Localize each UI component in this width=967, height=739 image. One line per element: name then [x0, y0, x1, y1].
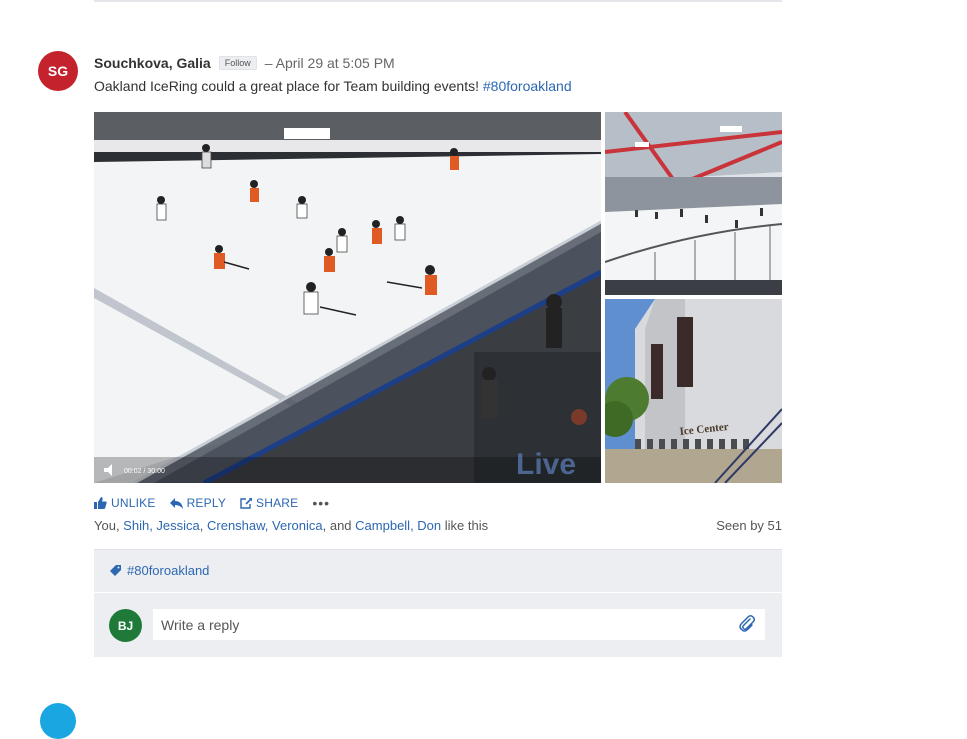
post-body: Oakland IceRing could a great place for …: [94, 78, 572, 94]
post-hashtag-link[interactable]: #80foroakland: [483, 78, 572, 94]
paperclip-icon[interactable]: [739, 615, 755, 638]
share-icon: [240, 497, 253, 509]
share-label: SHARE: [256, 496, 299, 510]
topic-tag-label: #80foroakland: [127, 563, 210, 578]
current-user-initials: BJ: [117, 618, 134, 633]
reply-button[interactable]: REPLY: [169, 496, 227, 510]
rink-interior-photo[interactable]: [605, 112, 782, 295]
likes-summary: You, Shih, Jessica, Crenshaw, Veronica, …: [94, 518, 488, 533]
live-watermark: Live: [516, 448, 576, 481]
likes-suffix: like this: [441, 518, 489, 533]
post-header: Souchkova, Galia Follow – April 29 at 5:…: [94, 54, 395, 72]
seen-by-count[interactable]: Seen by 51: [716, 518, 782, 533]
post-timestamp[interactable]: – April 29 at 5:05 PM: [265, 55, 395, 71]
author-name[interactable]: Souchkova, Galia: [94, 55, 211, 71]
post-actions: UNLIKE REPLY SHARE •••: [94, 495, 330, 511]
reply-arrow-icon: [169, 497, 183, 509]
likes-separator: , and: [322, 518, 356, 533]
thumbs-up-icon: [94, 497, 107, 509]
unlike-label: UNLIKE: [111, 496, 156, 510]
reply-label: REPLY: [186, 496, 227, 510]
previous-post-edge: [94, 0, 782, 2]
liker-link[interactable]: Campbell, Don: [355, 518, 441, 533]
next-post-avatar[interactable]: [40, 703, 76, 739]
share-button[interactable]: SHARE: [240, 496, 298, 510]
more-icon[interactable]: •••: [312, 495, 330, 511]
unlike-button[interactable]: UNLIKE: [94, 496, 156, 510]
video-time: 00:02 / 30:00: [124, 468, 165, 475]
post-text: Oakland IceRing could a great place for …: [94, 78, 479, 94]
likes-prefix: You,: [94, 518, 124, 533]
author-avatar[interactable]: SG: [38, 51, 78, 91]
topic-bar: #80foroakland: [94, 549, 782, 592]
hockey-game-photo[interactable]: 00:02 / 30:00 Live: [94, 112, 601, 483]
liker-link[interactable]: Crenshaw, Veronica: [207, 518, 323, 533]
liker-link[interactable]: Shih, Jessica: [123, 518, 200, 533]
current-user-avatar[interactable]: BJ: [109, 609, 142, 642]
reply-composer: [94, 593, 782, 657]
ice-center-building-photo[interactable]: Ice Center: [605, 299, 782, 483]
follow-button[interactable]: Follow: [218, 56, 257, 70]
reply-input[interactable]: [153, 609, 765, 640]
likes-separator: ,: [199, 518, 207, 533]
topic-tag[interactable]: #80foroakland: [110, 563, 209, 578]
tag-icon: [110, 565, 121, 576]
author-initials: SG: [47, 63, 69, 79]
